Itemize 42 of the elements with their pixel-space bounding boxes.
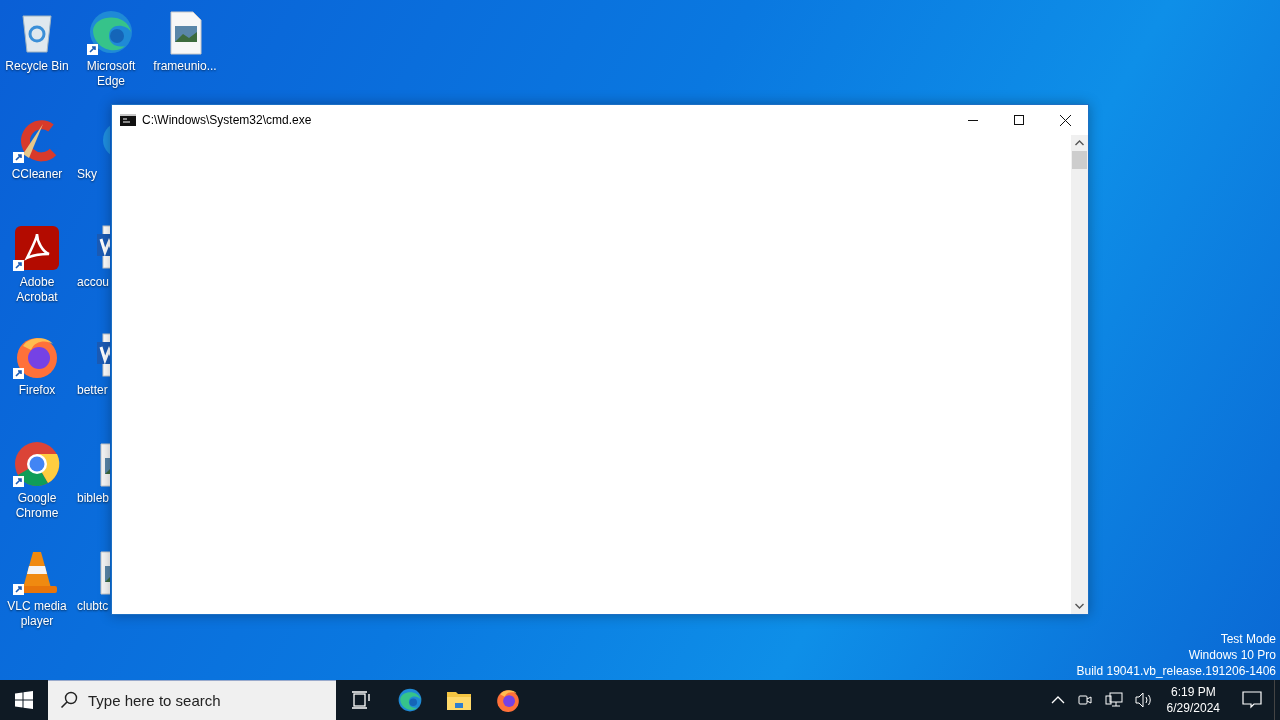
camera-icon[interactable] bbox=[1076, 692, 1093, 708]
window-title: C:\Windows\System32\cmd.exe bbox=[142, 113, 313, 127]
clock-date: 6/29/2024 bbox=[1166, 700, 1220, 716]
desktop-icon-label: better bbox=[77, 383, 108, 398]
desktop-icon-label: frameunio... bbox=[153, 59, 217, 74]
desktop-icon-label: Microsoft Edge bbox=[85, 59, 137, 89]
firefox-icon bbox=[494, 687, 521, 713]
speaker-icon[interactable] bbox=[1134, 692, 1153, 708]
acrobat-icon[interactable] bbox=[13, 224, 61, 272]
scroll-up-icon[interactable] bbox=[1075, 140, 1084, 146]
notification-icon[interactable] bbox=[1242, 691, 1262, 709]
windows-logo-icon bbox=[15, 691, 33, 709]
desktop-icon-label: clubtc bbox=[77, 599, 109, 614]
edge-icon[interactable] bbox=[87, 8, 135, 56]
desktop-icon-label: accou bbox=[77, 275, 110, 290]
task-view-icon bbox=[350, 691, 371, 709]
clock-time: 6:19 PM bbox=[1170, 684, 1216, 700]
console-icon bbox=[120, 114, 136, 126]
scrollbar-thumb[interactable] bbox=[1072, 151, 1087, 169]
desktop-icon-label: Sky bbox=[77, 167, 97, 182]
chevron-up-icon[interactable] bbox=[1050, 696, 1065, 704]
desktop-icon-label: CCleaner bbox=[11, 167, 63, 182]
edition-text: Build 19041.vb_release.191206-1406 bbox=[1076, 663, 1276, 679]
edge-icon bbox=[396, 687, 423, 713]
desktop-icon-label: Google Chrome bbox=[14, 491, 60, 521]
edition-text: Windows 10 Pro bbox=[1188, 647, 1276, 663]
desktop-icon-label: Adobe Acrobat bbox=[15, 275, 59, 305]
search-icon bbox=[60, 691, 78, 709]
clock[interactable]: 6:19 PM 6/29/2024 bbox=[1158, 684, 1228, 716]
desktop-icon-label: bibleb bbox=[77, 491, 110, 506]
edition-text: Test Mode bbox=[1220, 631, 1276, 647]
search-field[interactable]: Type here to search bbox=[48, 680, 336, 720]
scroll-down-icon[interactable] bbox=[1075, 603, 1084, 609]
chrome-icon[interactable] bbox=[13, 440, 61, 488]
desktop-icon-label: VLC media player bbox=[6, 599, 68, 629]
close-icon bbox=[1059, 114, 1071, 126]
maximize-icon bbox=[1014, 115, 1024, 125]
folder-icon bbox=[446, 690, 471, 710]
network-icon[interactable] bbox=[1104, 692, 1123, 708]
desktop-icon-label: Firefox bbox=[18, 383, 56, 398]
scrollbar[interactable] bbox=[1071, 135, 1088, 614]
desktop-icon-label: Recycle Bin bbox=[5, 59, 69, 74]
